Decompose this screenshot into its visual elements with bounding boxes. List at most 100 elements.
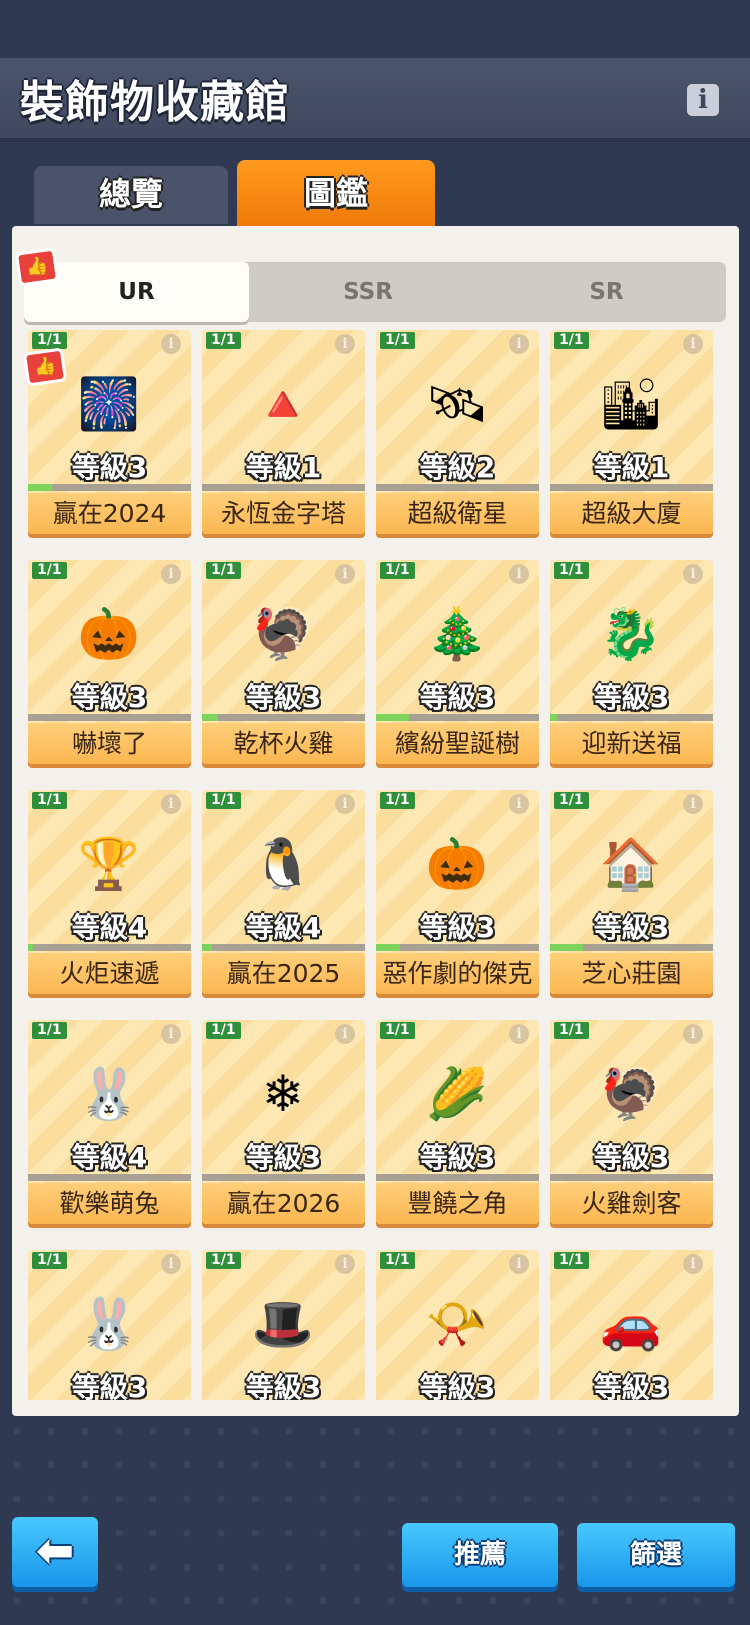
decoration-art-icon: 🎃 <box>425 834 489 893</box>
decoration-card[interactable]: 1/1 i 🦃 等級3 乾杯火雞 <box>202 560 365 770</box>
decoration-name: 贏在2024 <box>28 493 191 534</box>
decoration-card[interactable]: 1/1 i 🦃 等級3 火雞劍客 <box>550 1020 713 1230</box>
decoration-art-icon: 🐰 <box>77 1064 141 1123</box>
decoration-name: 贏在2025 <box>202 953 365 994</box>
filter-button[interactable]: 篩選 <box>577 1523 735 1587</box>
count-badge: 1/1 <box>380 1022 415 1039</box>
info-icon[interactable]: i <box>161 564 181 584</box>
info-icon[interactable]: i <box>161 1024 181 1044</box>
decoration-name: 繽紛聖誕樹 <box>376 723 539 764</box>
decoration-card[interactable]: 1/1 i 📯 等級3 <box>376 1250 539 1400</box>
count-badge: 1/1 <box>206 332 241 349</box>
decoration-image: 1/1 i 🎄 等級3 <box>376 560 539 723</box>
count-badge: 1/1 <box>206 1022 241 1039</box>
count-badge: 1/1 <box>554 1022 589 1039</box>
info-icon[interactable]: i <box>509 794 529 814</box>
decoration-art-icon: 🔺 <box>251 374 315 433</box>
rarity-tab-ssr[interactable]: SSR <box>249 262 487 322</box>
level-label: 等級3 <box>419 1141 496 1174</box>
decoration-image: 1/1 i 📯 等級3 <box>376 1250 539 1400</box>
decoration-card[interactable]: 1/1 i 🐰 等級3 <box>28 1250 191 1400</box>
info-icon[interactable]: i <box>509 334 529 354</box>
decoration-name: 乾杯火雞 <box>202 723 365 764</box>
count-badge: 1/1 <box>380 1252 415 1269</box>
decoration-name: 迎新送福 <box>550 723 713 764</box>
info-icon[interactable]: i <box>335 334 355 354</box>
decoration-card[interactable]: 1/1 i 🐰 等級4 歡樂萌兔 <box>28 1020 191 1230</box>
level-label: 等級1 <box>593 451 670 484</box>
level-progress-fill <box>202 714 218 721</box>
decoration-card[interactable]: 1/1 i 🎃 等級3 嚇壞了 <box>28 560 191 770</box>
decoration-card[interactable]: 1/1 i 🏠 等級3 芝心莊園 <box>550 790 713 1000</box>
decoration-card[interactable]: 1/1 i 🎃 等級3 惡作劇的傑克 <box>376 790 539 1000</box>
recommend-button[interactable]: 推薦 <box>402 1523 558 1587</box>
count-badge: 1/1 <box>206 562 241 579</box>
level-progress-bar <box>202 714 365 721</box>
level-label: 等級4 <box>71 1141 148 1174</box>
level-progress-bar <box>202 944 365 951</box>
decoration-name: 芝心莊園 <box>550 953 713 994</box>
info-icon[interactable]: i <box>509 1254 529 1274</box>
count-badge: 1/1 <box>206 1252 241 1269</box>
count-badge: 1/1 <box>32 792 67 809</box>
thumbs-up-icon: 👍 <box>14 247 60 287</box>
count-badge: 1/1 <box>554 1252 589 1269</box>
decoration-art-icon: 🎃 <box>77 604 141 663</box>
level-label: 等級3 <box>71 451 148 484</box>
decoration-card[interactable]: 1/1 i 🏙 等級1 超級大廈 <box>550 330 713 540</box>
info-icon[interactable]: i <box>161 1254 181 1274</box>
level-progress-bar <box>202 484 365 491</box>
decoration-card[interactable]: 1/1 i 🏆 等級4 火炬速遞 <box>28 790 191 1000</box>
level-progress-bar <box>550 1174 713 1181</box>
decoration-card[interactable]: 1/1 i 🎄 等級3 繽紛聖誕樹 <box>376 560 539 770</box>
decoration-image: 1/1 i 🦃 等級3 <box>202 560 365 723</box>
decoration-card[interactable]: 1/1 i 🌽 等級3 豐饒之角 <box>376 1020 539 1230</box>
level-progress-fill <box>28 484 52 491</box>
decoration-card[interactable]: 1/1 i 🐉 等級3 迎新送福 <box>550 560 713 770</box>
back-button[interactable]: ⬅ <box>12 1517 98 1587</box>
background-pattern <box>0 1380 750 1625</box>
info-icon[interactable]: i <box>683 1024 703 1044</box>
decoration-art-icon: 🐰 <box>77 1294 141 1353</box>
level-label: 等級3 <box>71 681 148 714</box>
level-progress-bar <box>28 714 191 721</box>
info-icon[interactable]: i <box>335 794 355 814</box>
decoration-card[interactable]: 1/1 i 🚗 等級3 <box>550 1250 713 1400</box>
thumbs-up-icon: 👍 <box>22 347 68 387</box>
info-icon[interactable]: i <box>687 84 719 116</box>
decoration-card[interactable]: 1/1 i 🛰 等級2 超級衛星 <box>376 330 539 540</box>
info-icon[interactable]: i <box>335 1254 355 1274</box>
info-icon[interactable]: i <box>683 564 703 584</box>
info-icon[interactable]: i <box>683 1254 703 1274</box>
decoration-card[interactable]: 1/1 i 🔺 等級1 永恆金字塔 <box>202 330 365 540</box>
level-label: 等級3 <box>245 681 322 714</box>
info-icon[interactable]: i <box>509 564 529 584</box>
rarity-tab-sr[interactable]: SR <box>487 262 726 322</box>
decoration-image: 1/1 i 🎃 等級3 <box>28 560 191 723</box>
tab-overview[interactable]: 總覽 <box>34 166 228 224</box>
level-label: 等級4 <box>245 911 322 944</box>
info-icon[interactable]: i <box>335 1024 355 1044</box>
decoration-card[interactable]: 1/1 i ❄ 等級3 贏在2026 <box>202 1020 365 1230</box>
tab-catalog[interactable]: 圖鑑 <box>237 160 435 226</box>
decoration-name: 豐饒之角 <box>376 1183 539 1224</box>
info-icon[interactable]: i <box>683 794 703 814</box>
info-icon[interactable]: i <box>161 334 181 354</box>
decoration-card[interactable]: 1/1 i 🎩 等級3 <box>202 1250 365 1400</box>
decoration-art-icon: 🎩 <box>251 1294 315 1353</box>
level-progress-fill <box>202 944 212 951</box>
count-badge: 1/1 <box>554 332 589 349</box>
header-bar: 裝飾物收藏館 i <box>0 58 750 142</box>
level-progress-fill <box>376 944 400 951</box>
level-label: 等級3 <box>593 681 670 714</box>
info-icon[interactable]: i <box>161 794 181 814</box>
info-icon[interactable]: i <box>683 334 703 354</box>
level-progress-bar <box>376 1174 539 1181</box>
decoration-name: 火雞劍客 <box>550 1183 713 1224</box>
level-progress-bar <box>376 944 539 951</box>
info-icon[interactable]: i <box>509 1024 529 1044</box>
info-icon[interactable]: i <box>335 564 355 584</box>
decoration-name: 永恆金字塔 <box>202 493 365 534</box>
decoration-card[interactable]: 1/1 i 🐧 等級4 贏在2025 <box>202 790 365 1000</box>
decoration-image: 1/1 i 🔺 等級1 <box>202 330 365 493</box>
